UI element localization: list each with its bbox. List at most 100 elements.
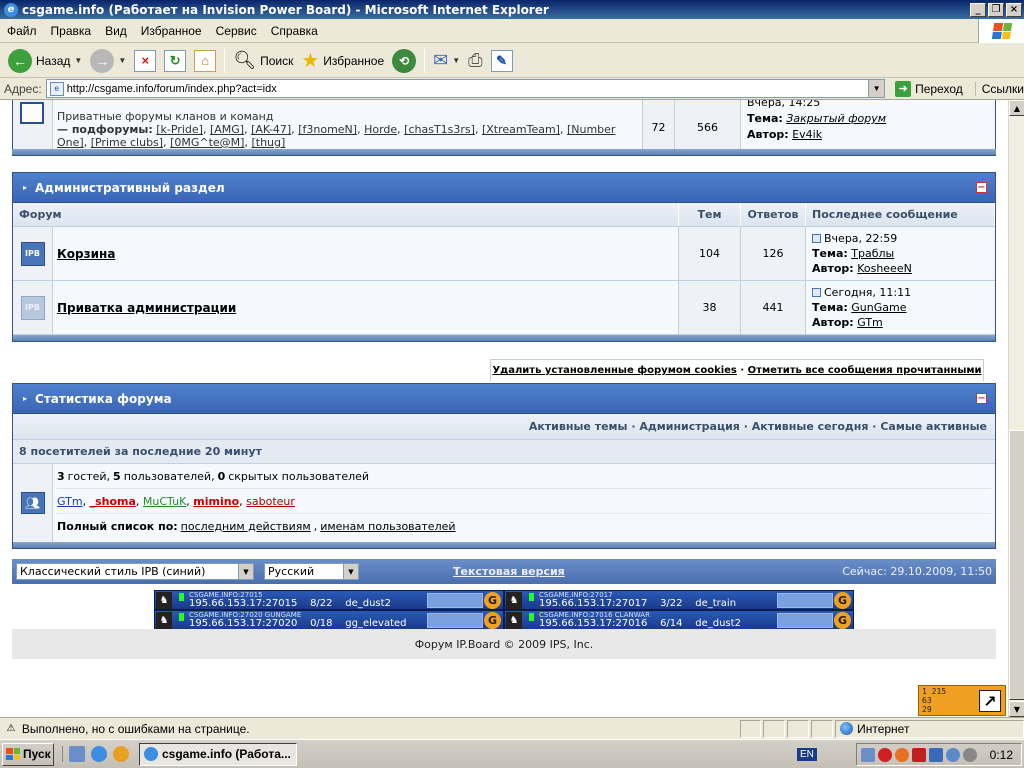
menu-tools[interactable]: Сервис: [209, 24, 264, 38]
ie-icon[interactable]: [91, 746, 107, 762]
chevron-down-icon[interactable]: ▼: [452, 56, 460, 65]
media-player-icon[interactable]: [113, 746, 129, 762]
server-banner[interactable]: ♞ CSGAME.INFO:27016 CLANWAR 195.66.153.1…: [504, 610, 854, 630]
desktop-icon[interactable]: [69, 746, 85, 762]
menu-help[interactable]: Справка: [264, 24, 325, 38]
scroll-down-icon[interactable]: ▼: [1009, 701, 1024, 717]
last-post-icon[interactable]: [812, 288, 821, 297]
network-icon[interactable]: [861, 747, 875, 762]
mark-read-link[interactable]: Отметить все сообщения прочитанными: [748, 365, 982, 376]
menu-file[interactable]: Файл: [0, 24, 44, 38]
menu-edit[interactable]: Правка: [44, 24, 99, 38]
last-author-link[interactable]: GTm: [857, 316, 883, 329]
edit-button[interactable]: ✎: [487, 47, 517, 75]
online-user-link[interactable]: GTm: [57, 495, 83, 508]
subforum-link[interactable]: [XtreamTeam]: [482, 123, 560, 136]
subforum-link[interactable]: [Prime clubs]: [91, 136, 163, 149]
chevron-down-icon[interactable]: ▼: [868, 80, 885, 97]
close-button[interactable]: ×: [1006, 2, 1022, 17]
vertical-scrollbar[interactable]: ▲ ▼: [1008, 100, 1024, 717]
subforum-link[interactable]: [AK-47]: [251, 123, 291, 136]
server-banner[interactable]: ♞ CSGAME.INFO:27015 195.66.153.17:27015 …: [154, 590, 504, 610]
media-icon[interactable]: [895, 747, 909, 762]
back-button[interactable]: ← Назад ▼: [4, 47, 86, 75]
search-button[interactable]: 🔍︎ Поиск: [229, 47, 297, 75]
menu-view[interactable]: Вид: [98, 24, 134, 38]
forward-button[interactable]: → ▼: [86, 47, 130, 75]
collapse-icon[interactable]: −: [976, 393, 987, 404]
update-icon[interactable]: [946, 747, 960, 762]
subforum-link[interactable]: [0MG^te@M]: [170, 136, 244, 149]
admin-section: ▸ Административный раздел − Форум Тем От…: [12, 172, 996, 342]
guests-count: 3: [57, 469, 65, 483]
subforum-link[interactable]: [thug]: [251, 136, 285, 149]
star-icon: ★: [301, 50, 320, 72]
subforum-link[interactable]: [AMG]: [210, 123, 244, 136]
online-user-link[interactable]: _shoma: [90, 495, 136, 508]
start-button[interactable]: Пуск: [2, 742, 54, 766]
counter-line: 29: [922, 705, 932, 714]
online-user-link[interactable]: mimino: [193, 495, 239, 508]
quick-launch: [62, 746, 129, 762]
taskbar-item-ie[interactable]: csgame.info (Работа...: [139, 742, 297, 766]
menu-favorites[interactable]: Избранное: [134, 24, 209, 38]
antivirus-icon[interactable]: [878, 747, 892, 762]
topics-count: 104: [679, 227, 741, 280]
print-button[interactable]: ⎙: [464, 47, 486, 75]
online-user-link[interactable]: MuCTuK: [143, 495, 186, 508]
search-icon: 🔍︎: [233, 50, 257, 70]
last-post-icon[interactable]: [812, 234, 821, 243]
mail-button[interactable]: ✉ ▼: [429, 47, 464, 75]
server-banner[interactable]: ♞ CSGAME.INFO:27017 195.66.153.17:27017 …: [504, 590, 854, 610]
forum-name-link[interactable]: Корзина: [57, 247, 115, 261]
page-icon: e: [49, 81, 64, 96]
scroll-thumb[interactable]: [1009, 430, 1024, 700]
active-topics-link[interactable]: Активные темы: [529, 420, 628, 433]
history-button[interactable]: ⟲: [388, 47, 420, 75]
volume-icon[interactable]: [912, 747, 926, 762]
text-version-link[interactable]: Текстовая версия: [453, 565, 565, 578]
subforum-link[interactable]: [f3nomeN]: [298, 123, 357, 136]
collapse-icon[interactable]: −: [976, 182, 987, 193]
scroll-up-icon[interactable]: ▲: [1009, 100, 1024, 116]
col-forum: Форум: [13, 203, 679, 226]
online-user-link[interactable]: saboteur: [246, 495, 295, 508]
most-active-link[interactable]: Самые активные: [880, 420, 987, 433]
style-select[interactable]: Классический стиль IPB (синий) ▼: [16, 563, 254, 580]
warning-icon[interactable]: ⚠: [4, 722, 18, 735]
subforum-link[interactable]: [k-Pride]: [156, 123, 203, 136]
popup-blocker-icon[interactable]: [787, 719, 810, 738]
chevron-down-icon[interactable]: ▼: [118, 56, 126, 65]
delete-cookies-link[interactable]: Удалить установленные форумом cookies: [492, 365, 736, 376]
server-banner[interactable]: ♞ CSGAME.INFO:27020 GUNGAME 195.66.153.1…: [154, 610, 504, 630]
last-topic-link[interactable]: GunGame: [851, 301, 906, 314]
refresh-button[interactable]: ↻: [160, 47, 190, 75]
administration-link[interactable]: Администрация: [639, 420, 740, 433]
active-today-link[interactable]: Активные сегодня: [752, 420, 869, 433]
chevron-down-icon[interactable]: ▼: [74, 56, 82, 65]
last-author-link[interactable]: KosheeeN: [857, 262, 912, 275]
subforum-link[interactable]: Horde: [364, 123, 397, 136]
forum-name-link[interactable]: Приватка администрации: [57, 301, 236, 315]
language-select[interactable]: Русский ▼: [264, 563, 359, 580]
by-activity-link[interactable]: последним действиям: [181, 520, 311, 533]
subforum-link[interactable]: [chasT1s3rs]: [404, 123, 475, 136]
minimize-button[interactable]: _: [970, 2, 986, 17]
links-button[interactable]: Ссылки: [974, 81, 1024, 96]
home-button[interactable]: ⌂: [190, 47, 220, 75]
last-topic-link[interactable]: Траблы: [851, 247, 894, 260]
address-input[interactable]: e http://csgame.info/forum/index.php?act…: [45, 79, 886, 98]
tray-icon[interactable]: [963, 747, 977, 762]
by-name-link[interactable]: именам пользователей: [320, 520, 455, 533]
language-indicator[interactable]: EN: [797, 748, 817, 761]
go-button[interactable]: ➜ Переход: [891, 80, 967, 97]
last-topic-link[interactable]: Закрытый форум: [786, 112, 886, 125]
visit-counter[interactable]: 1 215 63 29 ↗: [918, 685, 1006, 716]
last-author-link[interactable]: Ev4ik: [792, 128, 822, 141]
forum-ipb-icon: IPB: [20, 241, 45, 266]
maximize-button[interactable]: ❐: [988, 2, 1004, 17]
favorites-button[interactable]: ★ Избранное: [297, 47, 388, 75]
stop-button[interactable]: ×: [130, 47, 160, 75]
shield-icon[interactable]: [929, 747, 943, 762]
ie-icon: [144, 747, 158, 761]
